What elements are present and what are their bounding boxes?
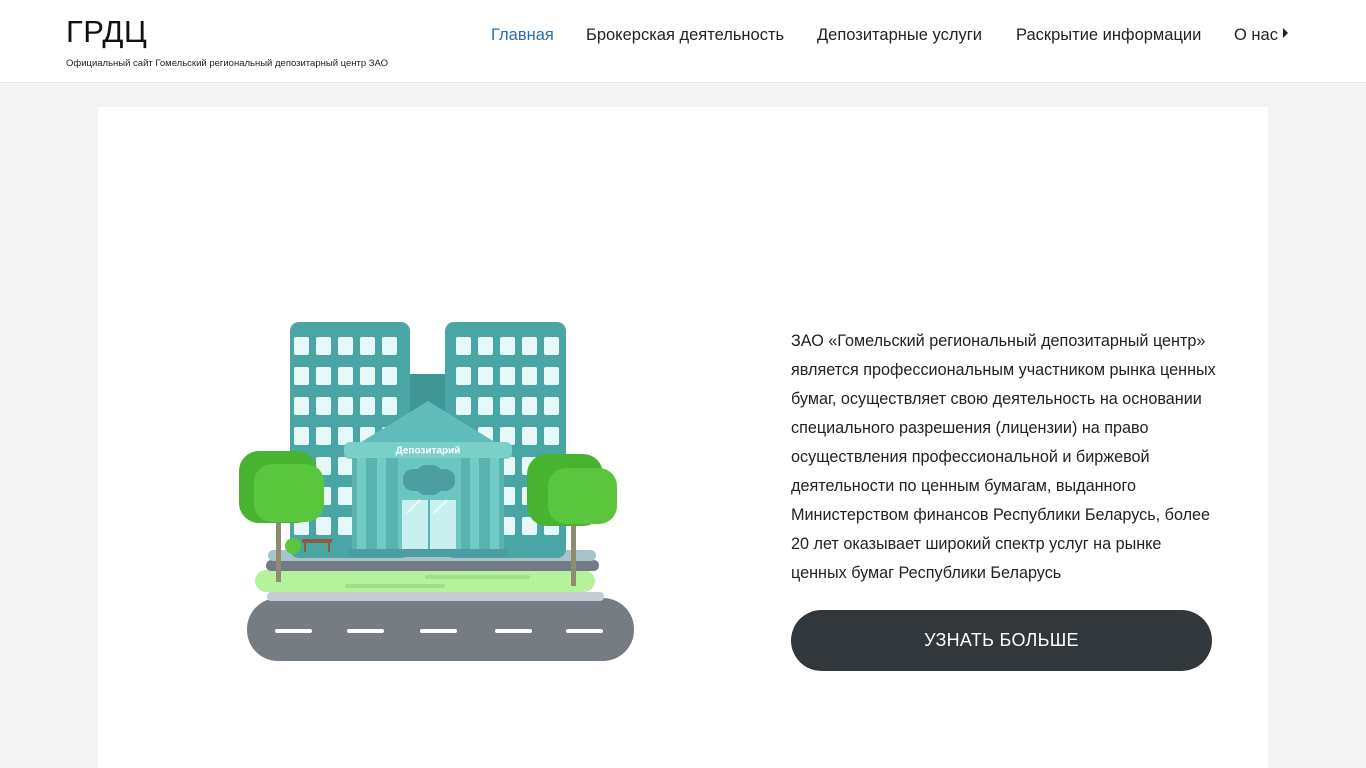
main-nav: Главная Брокерская деятельность Депозита… (0, 26, 1366, 50)
window (456, 367, 471, 385)
window (294, 337, 309, 355)
window (456, 337, 471, 355)
company-description: ЗАО «Гомельский региональный депозитарны… (791, 332, 1216, 582)
window (360, 397, 375, 415)
building-sign: Депозитарий (396, 446, 461, 457)
window (478, 397, 493, 415)
window (316, 337, 331, 355)
site-header: ГРДЦ Официальный сайт Гомельский региона… (0, 0, 1366, 83)
road-dash (347, 629, 384, 633)
window (478, 367, 493, 385)
caret-right-icon (1282, 28, 1288, 38)
site-tagline: Официальный сайт Гомельский региональный… (66, 58, 389, 69)
window (294, 397, 309, 415)
window (456, 397, 471, 415)
window (522, 337, 537, 355)
window (522, 427, 537, 445)
window (544, 367, 559, 385)
window (338, 397, 353, 415)
window (382, 367, 397, 385)
nav-item-depository[interactable]: Депозитарные услуги (817, 26, 982, 45)
window (338, 457, 353, 475)
window (544, 427, 559, 445)
window (316, 397, 331, 415)
window (522, 367, 537, 385)
window (316, 427, 331, 445)
bench (302, 539, 332, 543)
nav-item-brokerage[interactable]: Брокерская деятельность (586, 26, 784, 45)
window (500, 337, 515, 355)
window (478, 337, 493, 355)
window (316, 517, 331, 535)
window (338, 517, 353, 535)
lawn (255, 570, 595, 592)
window (500, 367, 515, 385)
window (338, 367, 353, 385)
road-dash (495, 629, 532, 633)
window (382, 397, 397, 415)
road-dash (275, 629, 312, 633)
window (360, 337, 375, 355)
nav-item-about[interactable]: О нас (1234, 26, 1288, 45)
bush (285, 538, 301, 554)
road-dash (420, 629, 457, 633)
window (382, 337, 397, 355)
nav-item-home[interactable]: Главная (491, 26, 554, 45)
window (522, 397, 537, 415)
nav-item-disclosure[interactable]: Раскрытие информации (1016, 26, 1201, 45)
window (294, 427, 309, 445)
depository-building-illustration: Депозитарий (239, 322, 634, 661)
window (360, 367, 375, 385)
window (544, 337, 559, 355)
learn-more-button[interactable]: УЗНАТЬ БОЛЬШЕ (791, 610, 1212, 671)
road-dash (566, 629, 603, 633)
window (338, 487, 353, 505)
window (544, 397, 559, 415)
window (500, 397, 515, 415)
nav-item-about-label: О нас (1234, 26, 1278, 44)
window (338, 337, 353, 355)
window (316, 367, 331, 385)
window (294, 367, 309, 385)
